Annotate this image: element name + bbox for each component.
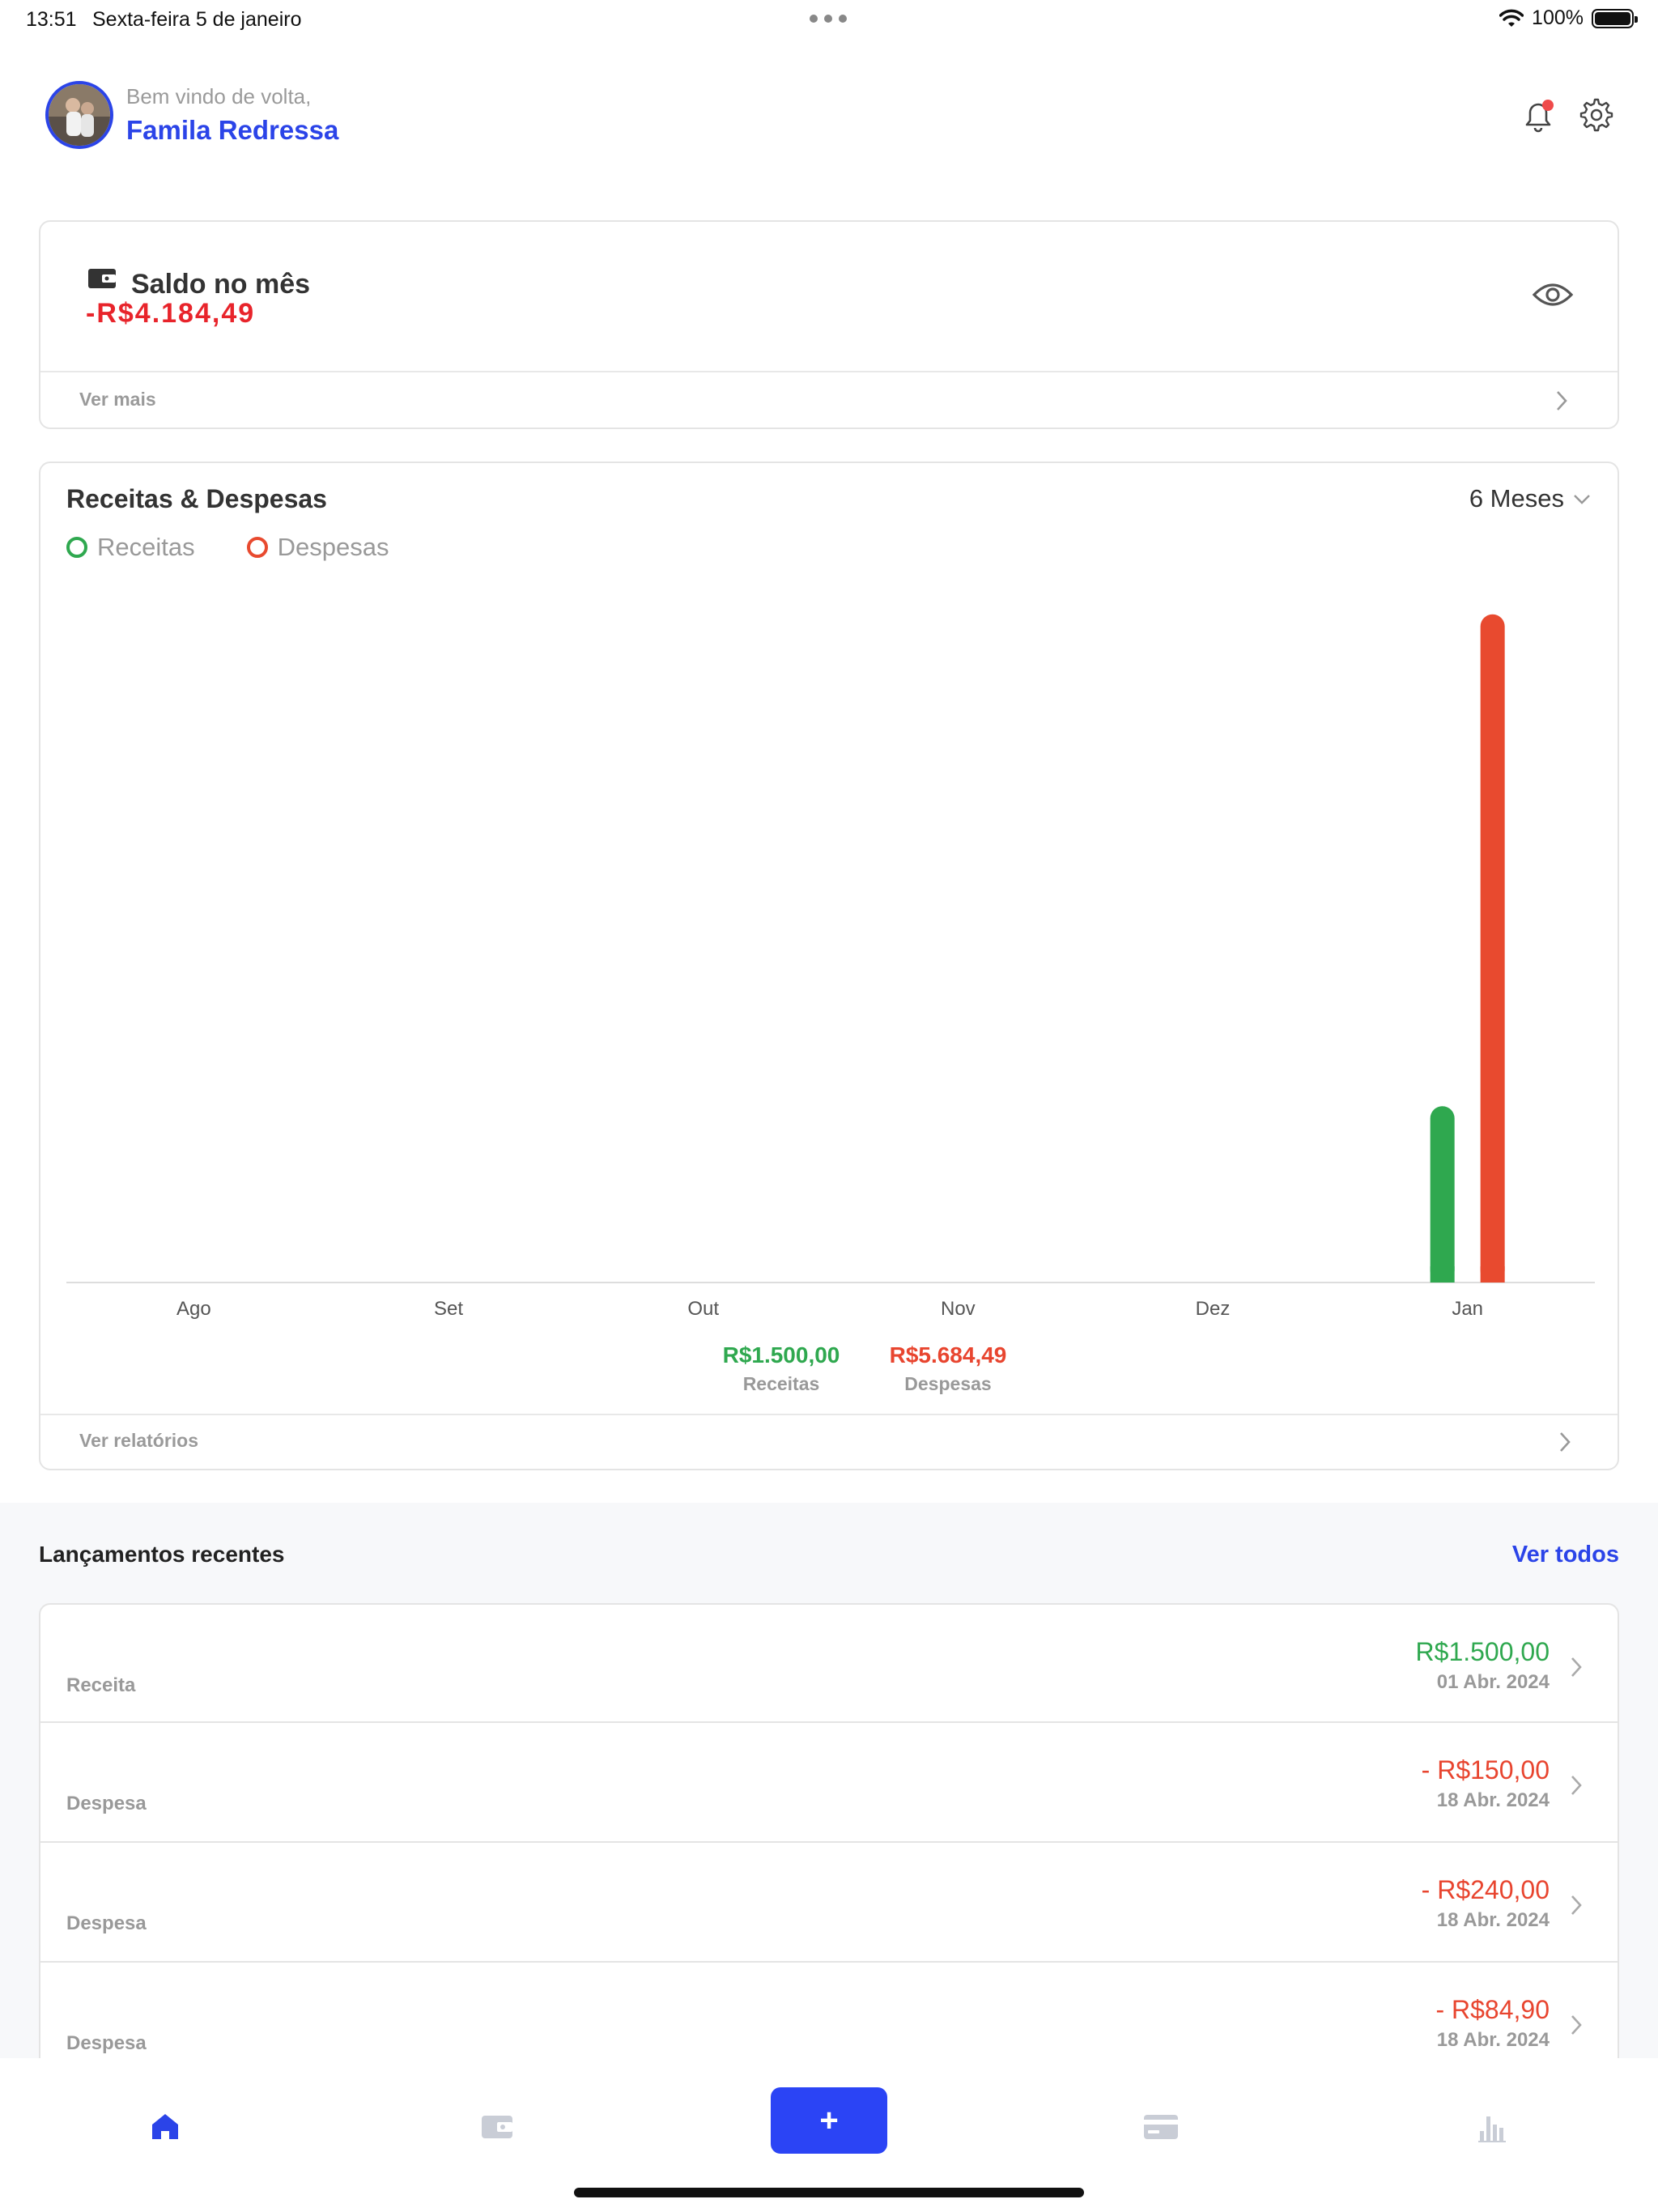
- transaction-type: Despesa: [66, 1912, 147, 1934]
- recent-title: Lançamentos recentes: [39, 1542, 285, 1567]
- ver-relatorios-label: Ver relatórios: [79, 1430, 199, 1451]
- legend-item-receitas[interactable]: Receitas: [66, 533, 195, 562]
- transaction-amount: R$1.500,00: [1415, 1637, 1550, 1666]
- transaction-date: 18 Abr. 2024: [1436, 2029, 1550, 2051]
- chart-legend: Receitas Despesas: [66, 533, 389, 562]
- x-tick-label: Out: [687, 1298, 719, 1320]
- avatar[interactable]: [45, 81, 113, 149]
- x-tick-label: Ago: [176, 1298, 211, 1320]
- status-right: 100%: [1499, 6, 1638, 30]
- transaction-type: Despesa: [66, 1793, 147, 1814]
- status-bar: 13:51 Sexta-feira 5 de janeiro 100%: [0, 0, 1658, 39]
- eye-icon[interactable]: [1532, 279, 1574, 311]
- transaction-list: Receita R$1.500,00 01 Abr. 2024 Despesa - R$…: [39, 1603, 1619, 2082]
- chevron-right-icon: [1571, 1657, 1582, 1677]
- bar-receitas-jan[interactable]: [1430, 1106, 1455, 1283]
- ver-relatorios-link[interactable]: Ver relatórios: [40, 1414, 1618, 1469]
- bar-base-despesas-jan: [1480, 1266, 1505, 1283]
- bar-chart: Ago Set Out Nov Dez Jan: [66, 614, 1595, 1320]
- ver-mais-label: Ver mais: [79, 389, 156, 410]
- legend-despesas-circle-icon: [246, 537, 268, 558]
- saldo-title: Saldo no mês: [131, 269, 311, 300]
- chevron-right-icon: [1571, 1776, 1582, 1795]
- transaction-amount: - R$84,90: [1435, 1995, 1550, 2024]
- chart-card: Receitas & Despesas 6 Meses Receitas Des…: [39, 462, 1619, 1470]
- settings-gear-icon[interactable]: [1577, 96, 1616, 134]
- total-despesas-value: R$5.684,49: [889, 1342, 1007, 1368]
- x-tick-label: Nov: [941, 1298, 976, 1320]
- chevron-right-icon: [1571, 1895, 1582, 1915]
- greeting-text: Bem vindo de volta,: [126, 84, 312, 108]
- transaction-type: Receita: [66, 1674, 136, 1696]
- legend-despesas-label: Despesas: [277, 533, 389, 561]
- chevron-right-icon: [1571, 2015, 1582, 2035]
- legend-receitas-circle-icon: [66, 537, 87, 558]
- add-entry-button[interactable]: +: [771, 2087, 887, 2154]
- card-icon[interactable]: [1137, 2102, 1185, 2150]
- multitasking-dots-icon[interactable]: [810, 15, 847, 23]
- bar-despesas-jan[interactable]: [1480, 614, 1505, 1283]
- notification-bell-icon[interactable]: [1519, 96, 1558, 134]
- chart-title: Receitas & Despesas: [66, 484, 327, 513]
- chart-icon[interactable]: [1469, 2102, 1517, 2150]
- legend-item-despesas[interactable]: Despesas: [246, 533, 389, 562]
- chevron-right-icon: [1557, 391, 1567, 410]
- legend-receitas-label: Receitas: [97, 533, 195, 561]
- wallet-icon: [88, 269, 116, 288]
- status-date: Sexta-feira 5 de janeiro: [92, 8, 302, 31]
- x-tick-label: Dez: [1196, 1298, 1231, 1320]
- chart-totals: R$1.500,00 Receitas R$5.684,49 Despesas: [40, 1342, 1621, 1399]
- header: Bem vindo de volta, Famila Redressa: [45, 81, 1616, 155]
- transaction-amount: - R$150,00: [1421, 1755, 1550, 1784]
- transaction-row[interactable]: Receita R$1.500,00 01 Abr. 2024: [39, 1603, 1619, 1723]
- transaction-date: 18 Abr. 2024: [1436, 1909, 1550, 1931]
- user-name: Famila Redressa: [126, 115, 339, 145]
- transaction-row[interactable]: Despesa - R$150,00 18 Abr. 2024: [39, 1723, 1619, 1843]
- ver-todos-link[interactable]: Ver todos: [1512, 1542, 1619, 1568]
- battery-percent: 100%: [1532, 6, 1584, 29]
- total-despesas: R$5.684,49 Despesas: [847, 1342, 1049, 1395]
- saldo-card: Saldo no mês -R$4.184,49 Ver mais: [39, 220, 1619, 429]
- chevron-down-icon: [1574, 495, 1590, 504]
- ver-mais-link[interactable]: Ver mais: [40, 371, 1618, 428]
- transaction-row[interactable]: Despesa - R$240,00 18 Abr. 2024: [39, 1843, 1619, 1963]
- transaction-amount: - R$240,00: [1421, 1875, 1550, 1904]
- period-label: 6 Meses: [1469, 484, 1564, 513]
- x-tick-label: Jan: [1452, 1298, 1483, 1320]
- total-despesas-label: Despesas: [904, 1373, 992, 1394]
- transaction-type: Despesa: [66, 2032, 147, 2054]
- wallet-icon[interactable]: [473, 2102, 521, 2150]
- home-indicator[interactable]: [574, 2188, 1084, 2197]
- home-icon[interactable]: [141, 2102, 189, 2150]
- status-time: 13:51: [26, 8, 77, 31]
- bar-base-receitas-jan: [1430, 1266, 1455, 1283]
- saldo-value: -R$4.184,49: [86, 298, 256, 329]
- wifi-icon: [1499, 9, 1524, 27]
- transaction-date: 01 Abr. 2024: [1436, 1671, 1550, 1693]
- battery-icon: [1592, 8, 1638, 28]
- x-tick-label: Set: [434, 1298, 463, 1320]
- chevron-right-icon: [1560, 1432, 1571, 1452]
- transaction-date: 18 Abr. 2024: [1436, 1789, 1550, 1811]
- period-dropdown[interactable]: 6 Meses: [1469, 484, 1592, 513]
